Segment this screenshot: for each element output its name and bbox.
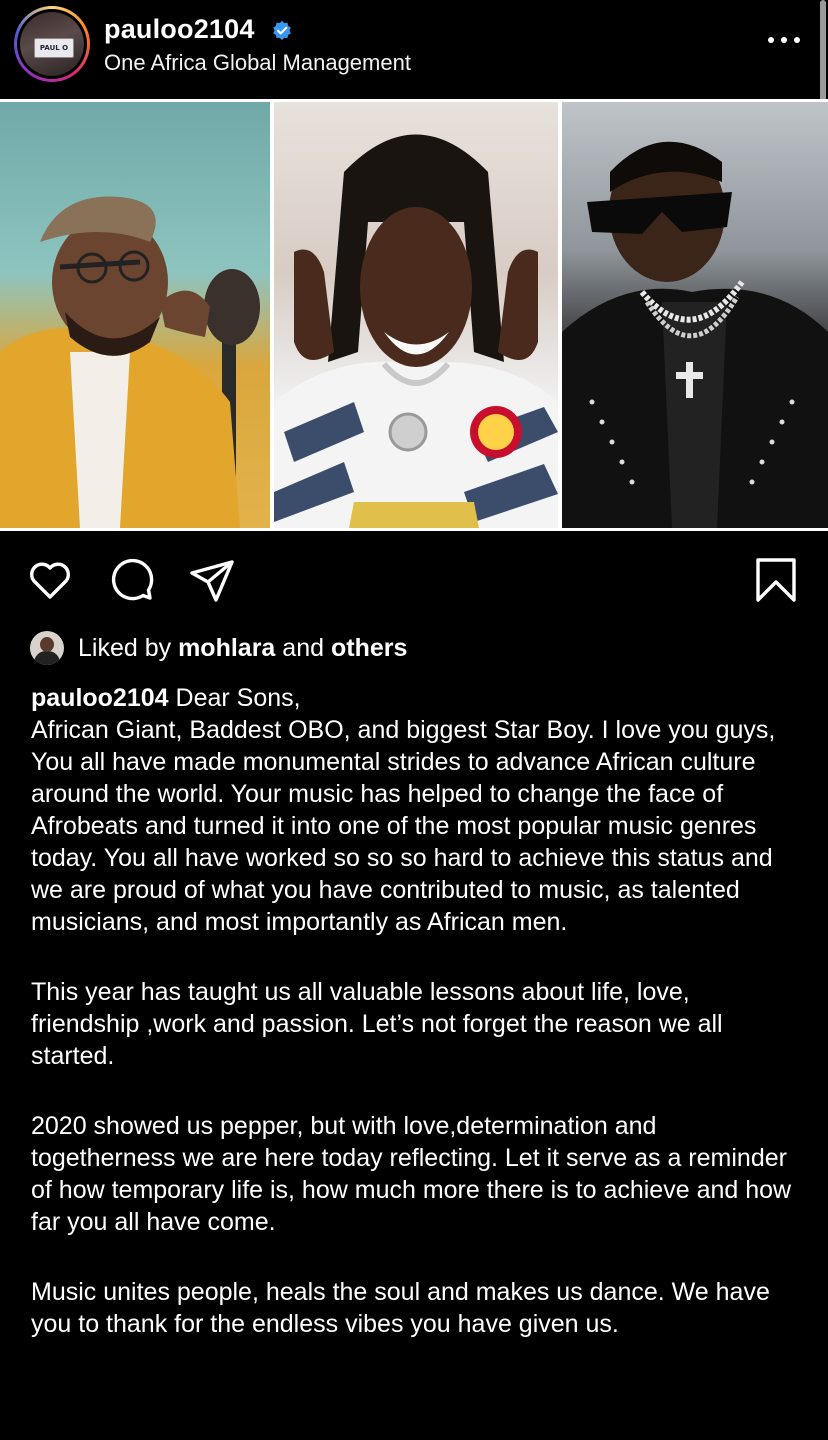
collage-panel-left [0, 102, 270, 528]
license-plate-image: PAUL O [34, 38, 74, 58]
collage-panel-right [562, 102, 828, 528]
collage-panel-center [274, 102, 558, 528]
caption-greeting: Dear Sons, [175, 684, 301, 712]
post-location[interactable]: One Africa Global Management [104, 50, 411, 76]
post-username[interactable]: pauloo2104 [104, 14, 255, 45]
profile-avatar[interactable]: PAUL O [14, 6, 90, 82]
more-options-icon[interactable] [768, 32, 800, 48]
likes-prefix: Liked by [78, 633, 172, 662]
heart-icon[interactable] [26, 556, 74, 604]
likes-row[interactable]: Liked by mohlara and others [30, 630, 407, 666]
caption-paragraph-4: Music unites people, heals the soul and … [31, 1278, 770, 1338]
liker-avatar[interactable] [30, 631, 64, 665]
caption-paragraph-3: 2020 showed us pepper, but with love,det… [31, 1112, 792, 1236]
caption-paragraph-2: This year has taught us all valuable les… [31, 978, 723, 1070]
caption-username[interactable]: pauloo2104 [31, 684, 169, 712]
comment-icon[interactable] [108, 556, 156, 604]
bookmark-icon[interactable] [752, 556, 800, 604]
post-image[interactable] [0, 99, 828, 531]
likes-text: Liked by mohlara and others [78, 634, 407, 663]
action-bar [0, 548, 828, 612]
liker-username[interactable]: mohlara [178, 634, 275, 662]
caption-paragraph-1: pauloo2104 Dear Sons, African Giant, Badd… [31, 682, 801, 938]
verified-badge-icon [273, 20, 291, 40]
share-icon[interactable] [188, 556, 236, 604]
likes-others-link[interactable]: others [331, 634, 407, 662]
caption-paragraph-1-body: African Giant, Baddest OBO, and biggest … [31, 716, 776, 936]
likes-joiner: and [282, 633, 325, 662]
post-caption: pauloo2104 Dear Sons, African Giant, Badd… [31, 682, 801, 1378]
post-header: PAUL O pauloo2104 One Africa Global Mana… [0, 0, 828, 98]
